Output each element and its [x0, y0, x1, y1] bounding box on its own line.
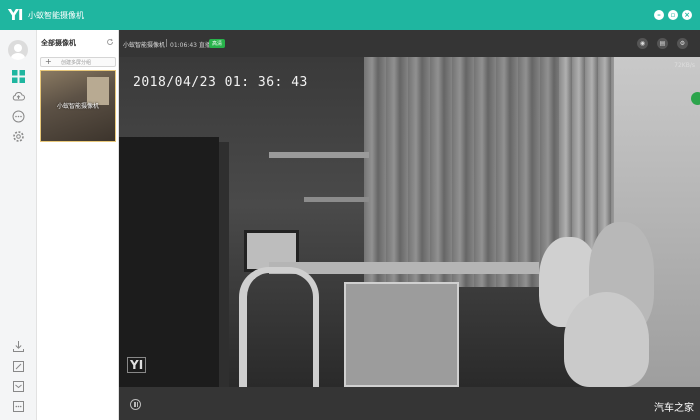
title-bar: YI 小蚁智能摄像机 – ▫ ×	[0, 0, 700, 30]
plus-icon: +	[45, 57, 52, 66]
video-camera-name: 小蚁智能摄像机	[123, 42, 166, 49]
settings-icon[interactable]: ⚙	[677, 38, 688, 49]
quality-badge[interactable]: 高清	[209, 39, 226, 48]
video-scene-chair	[239, 267, 319, 387]
video-scene-table	[269, 262, 539, 274]
snapshot-icon[interactable]: ◉	[637, 38, 648, 49]
camera-list-panel: 全部摄像机 + 创建多屏分组 小蚁智能摄像机	[37, 30, 119, 420]
folder-icon[interactable]: ▤	[657, 38, 668, 49]
video-scene-shelf	[269, 152, 369, 158]
add-group-label: 创建多屏分组	[61, 60, 92, 66]
pause-icon[interactable]	[130, 399, 141, 410]
app-title: 小蚁智能摄像机	[28, 11, 84, 20]
video-scene-highchair	[344, 282, 459, 387]
minimize-icon[interactable]: –	[654, 10, 664, 20]
header-divider	[166, 39, 167, 47]
avatar[interactable]	[8, 40, 28, 60]
left-sidebar	[0, 30, 37, 420]
video-scene-door-frame	[219, 142, 229, 387]
video-watermark: YI	[127, 357, 147, 373]
video-scene-teddy-bear	[564, 292, 649, 387]
panel-header: 全部摄像机	[41, 39, 76, 47]
mail-icon[interactable]	[12, 380, 25, 393]
window-controls: – ▫ ×	[654, 10, 692, 20]
close-icon[interactable]: ×	[682, 10, 692, 20]
camera-thumbnail[interactable]: 小蚁智能摄像机	[40, 70, 116, 142]
refresh-icon[interactable]	[106, 38, 114, 46]
edit-icon[interactable]	[12, 360, 25, 373]
video-header: 小蚁智能摄像机 01:06:43 直播 高清 ◉ ▤ ⚙	[119, 30, 700, 57]
maximize-icon[interactable]: ▫	[668, 10, 678, 20]
grid-icon[interactable]	[12, 70, 25, 83]
live-time: 01:06:43 直播	[170, 42, 211, 49]
more-dots-icon[interactable]	[12, 400, 25, 413]
camera-name: 小蚁智能摄像机	[56, 103, 99, 110]
video-feed[interactable]: 2018/04/23 01: 36: 43 72KB/s YI	[119, 57, 700, 387]
corner-watermark: 汽车之家	[654, 403, 694, 414]
video-scene-doorway	[119, 137, 219, 387]
video-timestamp: 2018/04/23 01: 36: 43	[133, 75, 308, 90]
add-group-button[interactable]: + 创建多屏分组	[40, 57, 116, 67]
video-scene-shelf-lower	[304, 197, 369, 202]
bitrate-readout: 72KB/s	[674, 62, 695, 69]
download-icon[interactable]	[12, 340, 25, 353]
settings-icon[interactable]	[12, 130, 25, 143]
playback-control-bar: 汽车之家	[119, 387, 700, 420]
side-panel-toggle-icon[interactable]	[691, 92, 700, 105]
more-circle-icon[interactable]	[12, 110, 25, 123]
cloud-upload-icon[interactable]	[12, 90, 25, 103]
app-logo: YI	[8, 6, 23, 24]
